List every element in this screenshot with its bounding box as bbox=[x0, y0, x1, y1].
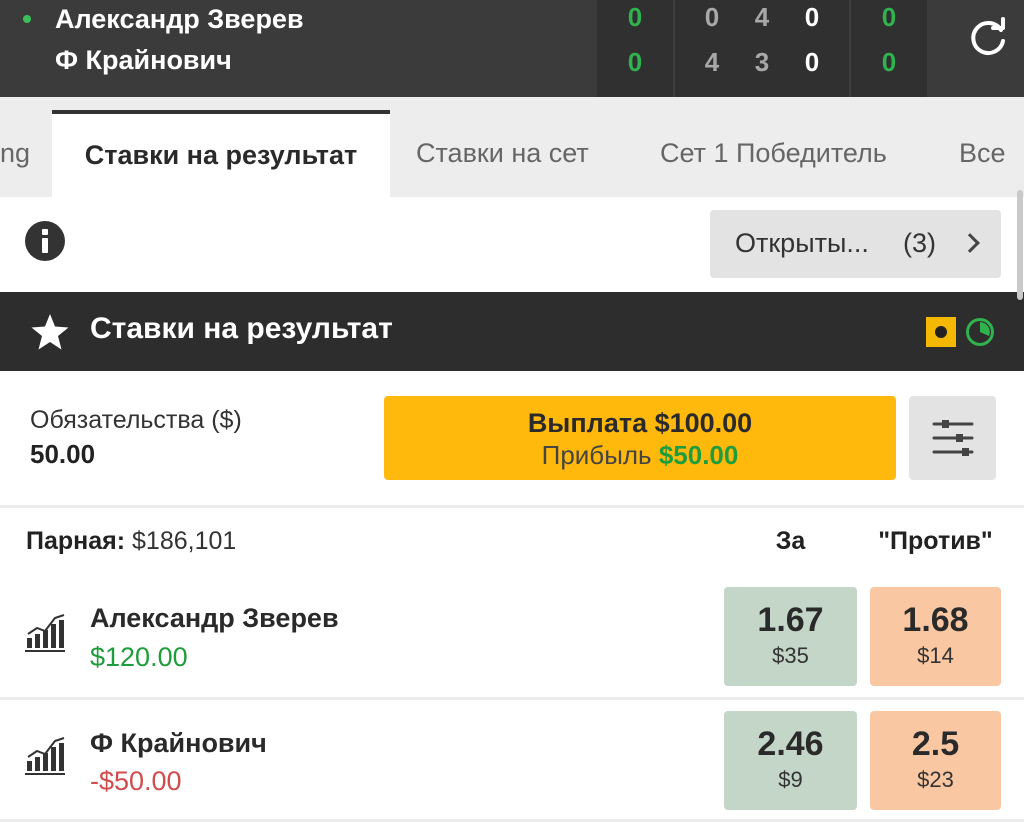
profit-line: Прибыль $50.00 bbox=[384, 440, 896, 471]
back-price: 2.46 bbox=[757, 725, 824, 763]
open-bets-label: Открыты... bbox=[735, 228, 869, 258]
open-bets-count: (3) bbox=[903, 228, 936, 258]
score-p2-set1: 4 bbox=[704, 47, 720, 77]
runner-name: Ф Крайнович bbox=[90, 728, 267, 758]
lay-price: 2.5 bbox=[911, 725, 960, 763]
serve-indicator-icon bbox=[23, 15, 31, 23]
score-grid: 0 0 4 0 0 0 4 3 0 0 bbox=[597, 0, 927, 97]
back-size: $35 bbox=[772, 643, 809, 668]
matched-label: Парная: bbox=[26, 527, 126, 555]
runner-profit-loss: -$50.00 bbox=[90, 766, 182, 796]
score-p1-sets: 0 bbox=[627, 2, 643, 32]
info-icon[interactable] bbox=[25, 221, 65, 261]
back-odds-button[interactable]: 1.67 $35 bbox=[724, 587, 857, 686]
score-p2-points: 0 bbox=[881, 47, 897, 77]
divider bbox=[0, 505, 1024, 508]
market-title: Ставки на результат bbox=[90, 312, 393, 345]
back-odds-button[interactable]: 2.46 $9 bbox=[724, 711, 857, 810]
tab-set1-winner[interactable]: Сет 1 Победитель bbox=[660, 110, 887, 197]
market-tabs: ng Ставки на результат Ставки на сет Сет… bbox=[0, 97, 1024, 197]
divider bbox=[0, 819, 1024, 822]
market-chart-icon[interactable] bbox=[24, 735, 66, 777]
liability-label: Обязательства ($) bbox=[30, 406, 242, 434]
score-p1-points: 0 bbox=[881, 2, 897, 32]
lay-price: 1.68 bbox=[902, 601, 969, 639]
filter-sliders-icon bbox=[932, 420, 974, 456]
score-p2-sets: 0 bbox=[627, 47, 643, 77]
matched-amount: Парная: $186,101 bbox=[26, 527, 236, 556]
divider bbox=[0, 697, 1024, 700]
score-p1-set1: 0 bbox=[704, 2, 720, 32]
scoreboard-player-1: Александр Зверев bbox=[55, 4, 304, 34]
lay-odds-button[interactable]: 1.68 $14 bbox=[870, 587, 1001, 686]
tab-all[interactable]: Все bbox=[959, 110, 1006, 197]
chevron-right-icon bbox=[960, 233, 980, 253]
tab-partial[interactable]: ng bbox=[0, 110, 52, 197]
scrollbar-thumb[interactable] bbox=[1017, 190, 1023, 300]
scoreboard: Александр Зверев Ф Крайнович 0 0 4 0 0 0… bbox=[0, 0, 1024, 97]
score-p1-set2: 4 bbox=[754, 2, 770, 32]
in-play-icon bbox=[926, 317, 956, 347]
back-column-header: За bbox=[775, 527, 806, 555]
star-icon[interactable] bbox=[30, 312, 70, 352]
payout-label: Выплата $100.00 bbox=[527, 408, 753, 438]
matched-value: $186,101 bbox=[132, 527, 237, 555]
scoreboard-player-2: Ф Крайнович bbox=[55, 45, 232, 75]
runner-name: Александр Зверев bbox=[90, 603, 339, 633]
profit-value: $50.00 bbox=[658, 440, 739, 470]
market-header: Ставки на результат bbox=[0, 292, 1024, 371]
liability-value: 50.00 bbox=[30, 439, 96, 469]
tab-match-odds[interactable]: Ставки на результат bbox=[52, 110, 390, 197]
timer-icon bbox=[966, 318, 994, 346]
back-size: $9 bbox=[778, 767, 803, 792]
profit-label: Прибыль bbox=[541, 440, 652, 470]
lay-size: $14 bbox=[917, 643, 954, 668]
refresh-icon[interactable] bbox=[965, 16, 1011, 62]
tab-set-betting[interactable]: Ставки на сет bbox=[416, 110, 589, 197]
back-price: 1.67 bbox=[757, 601, 824, 639]
score-p2-set2: 3 bbox=[754, 47, 770, 77]
filter-settings-button[interactable] bbox=[909, 396, 996, 480]
runner-profit-loss: $120.00 bbox=[90, 642, 188, 672]
payout-button[interactable]: Выплата $100.00 Прибыль $50.00 bbox=[384, 396, 896, 480]
score-p2-game: 0 bbox=[804, 47, 820, 77]
score-p1-game: 0 bbox=[804, 2, 820, 32]
lay-size: $23 bbox=[917, 767, 954, 792]
lay-odds-button[interactable]: 2.5 $23 bbox=[870, 711, 1001, 810]
lay-column-header: "Против" bbox=[878, 527, 993, 555]
market-chart-icon[interactable] bbox=[24, 612, 66, 654]
open-bets-button[interactable]: Открыты... (3) bbox=[710, 210, 1001, 278]
